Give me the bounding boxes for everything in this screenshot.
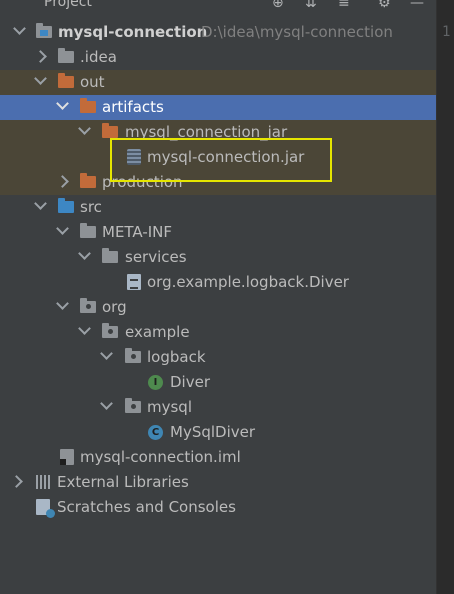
tree-row-src[interactable]: src [0,195,436,220]
out-label: out [80,73,105,91]
folder-icon [80,223,96,238]
tree-row-meta-inf[interactable]: META-INF [0,220,436,245]
root-path: D:\idea\mysql-connection [201,23,393,41]
panel-title[interactable]: Project [44,0,92,10]
iml-label: mysql-connection.iml [80,448,241,466]
tree-row-service-file[interactable]: org.example.logback.Diver [0,270,436,295]
logback-label: logback [147,348,206,366]
tree-row-logback[interactable]: logback [0,345,436,370]
editor-gutter: 1 [436,0,454,594]
chevron-down-icon[interactable] [56,222,69,235]
services-label: services [125,248,187,266]
chevron-down-icon[interactable] [56,97,69,110]
gear-icon[interactable]: ⚙ [378,0,391,11]
chevron-down-icon[interactable] [78,122,91,135]
excluded-folder-icon [102,123,118,138]
package-icon [125,398,141,413]
service-file-label: org.example.logback.Diver [147,273,349,291]
tree-row-production[interactable]: production [0,170,436,195]
tree-row-org[interactable]: org [0,295,436,320]
collapse-all-icon[interactable]: ≡ [338,0,350,11]
text-file-icon [127,274,141,290]
chevron-right-icon[interactable] [56,175,69,188]
chevron-right-icon[interactable] [34,50,47,63]
tree-row-artifacts[interactable]: artifacts [0,95,436,120]
tree-row-external-libraries[interactable]: External Libraries [0,470,436,495]
tree-row-jar[interactable]: mysql-connection.jar [0,145,436,170]
tree-row-root[interactable]: mysql-connection D:\idea\mysql-connectio… [0,20,436,45]
interface-icon: I [148,375,163,390]
mysql-label: mysql [147,398,192,416]
mysqldiver-label: MySqlDiver [170,423,256,441]
chevron-down-icon[interactable] [78,322,91,335]
locate-icon[interactable]: ⊕ [272,0,284,11]
chevron-down-icon[interactable] [34,72,47,85]
excluded-folder-icon [58,73,74,88]
scratches-icon [36,499,55,518]
meta-inf-label: META-INF [102,223,173,241]
class-icon: C [148,425,163,440]
folder-icon [102,248,118,263]
chevron-down-icon[interactable] [100,347,113,360]
source-folder-icon [58,198,74,213]
library-icon [36,475,52,489]
tree-row-mysqldiver[interactable]: C MySqlDiver [0,420,436,445]
excluded-folder-icon [80,173,96,188]
tree-row-diver[interactable]: I Diver [0,370,436,395]
production-label: production [102,173,183,191]
org-label: org [102,298,127,316]
chevron-down-icon[interactable] [13,22,26,35]
package-icon [125,348,141,363]
artifacts-label: artifacts [102,98,164,116]
line-number: 1 [442,24,451,40]
external-libraries-label: External Libraries [57,473,189,491]
tree-row-example[interactable]: example [0,320,436,345]
project-tree[interactable]: mysql-connection D:\idea\mysql-connectio… [0,14,436,594]
chevron-right-icon[interactable] [10,475,23,488]
tree-row-mysql[interactable]: mysql [0,395,436,420]
tree-row-iml[interactable]: mysql-connection.iml [0,445,436,470]
src-label: src [80,198,102,216]
module-folder-icon [36,23,52,38]
expand-all-icon[interactable]: ⇊ [305,0,317,11]
artifact-folder-label: mysql_connection_jar [125,123,288,141]
tree-row-out[interactable]: out [0,70,436,95]
excluded-folder-icon [80,98,96,113]
scratches-label: Scratches and Consoles [57,498,236,516]
jar-file-label: mysql-connection.jar [147,148,305,166]
iml-file-icon [60,449,74,465]
chevron-down-icon[interactable] [78,247,91,260]
root-label: mysql-connection [58,23,208,41]
example-label: example [125,323,190,341]
chevron-down-icon[interactable] [56,297,69,310]
package-icon [102,323,118,338]
tree-row-services[interactable]: services [0,245,436,270]
jar-file-icon [127,149,141,165]
tree-row-scratches[interactable]: Scratches and Consoles [0,495,436,520]
chevron-down-icon[interactable] [34,197,47,210]
folder-icon [58,48,74,63]
chevron-down-icon[interactable] [100,397,113,410]
tree-row-idea[interactable]: .idea [0,45,436,70]
tree-row-artifact-folder[interactable]: mysql_connection_jar [0,120,436,145]
idea-label: .idea [80,48,117,66]
package-icon [80,298,96,313]
diver-label: Diver [170,373,210,391]
hide-icon[interactable]: — [410,0,424,11]
project-toolbar: Project ⊕ ⇊ ≡ ⚙ — [0,0,436,14]
